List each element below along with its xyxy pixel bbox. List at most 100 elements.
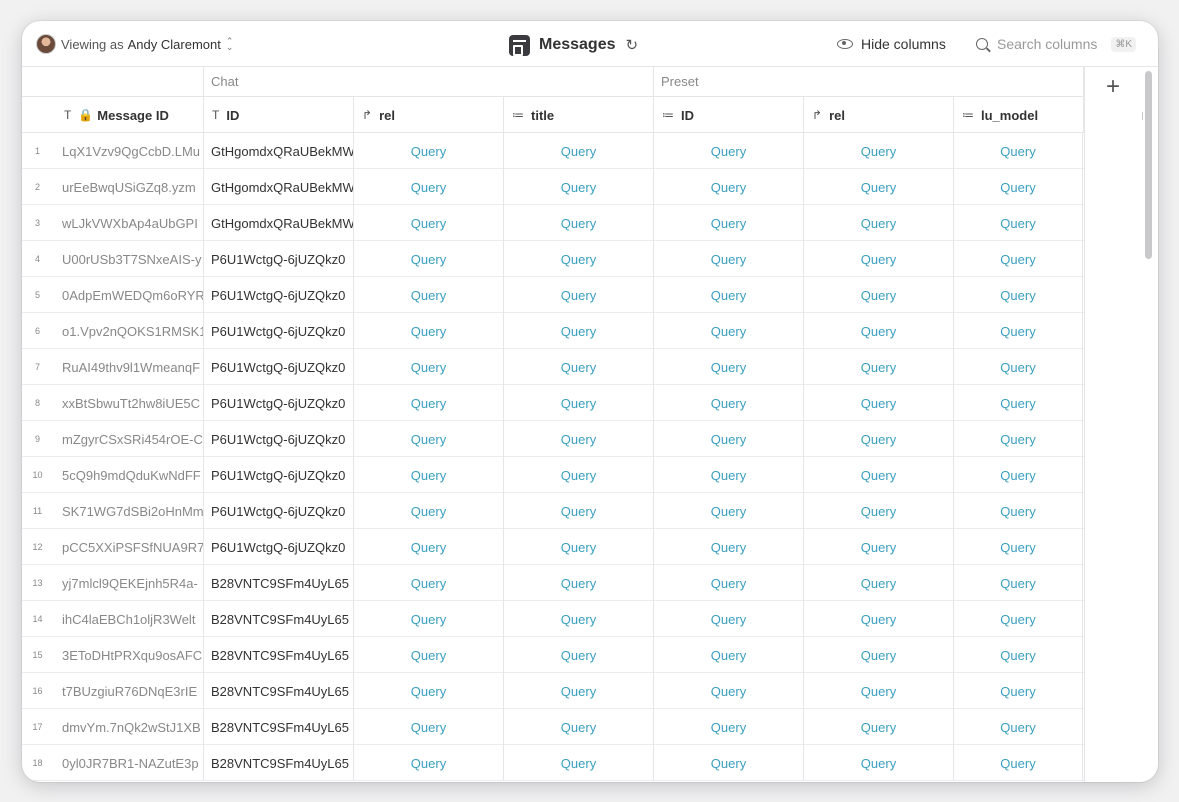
table-row[interactable]: 17 dmvYm.7nQk2wStJ1XB B28VNTC9SFm4UyL65 Que…: [22, 709, 1084, 745]
preset-rel-query-link[interactable]: Query: [804, 601, 954, 637]
chat-id-cell[interactable]: GtHgomdxQRaUBekMW: [204, 205, 354, 241]
preset-id-query-link[interactable]: Query: [654, 169, 804, 205]
preset-id-query-link[interactable]: Query: [654, 421, 804, 457]
message-id-cell[interactable]: o1.Vpv2nQOKS1RMSK1: [53, 313, 204, 349]
chat-rel-query-link[interactable]: Query: [354, 529, 504, 565]
column-header-preset-rel[interactable]: ↱ rel: [804, 97, 954, 133]
chat-rel-query-link[interactable]: Query: [354, 457, 504, 493]
chat-rel-query-link[interactable]: Query: [354, 241, 504, 277]
table-row[interactable]: 10 5cQ9h9mdQduKwNdFF P6U1WctgQ-6jUZQkz0 Que…: [22, 457, 1084, 493]
chat-id-cell[interactable]: B28VNTC9SFm4UyL65: [204, 709, 354, 745]
chat-title-query-link[interactable]: Query: [504, 673, 654, 709]
chat-id-cell[interactable]: P6U1WctgQ-6jUZQkz0: [204, 349, 354, 385]
chat-rel-query-link[interactable]: Query: [354, 313, 504, 349]
viewing-as-selector[interactable]: Viewing as Andy Claremont ⌃ ⌄: [36, 33, 233, 55]
lu-model-query-link[interactable]: Query: [954, 745, 1083, 781]
preset-rel-query-link[interactable]: Query: [804, 565, 954, 601]
preset-rel-query-link[interactable]: Query: [804, 385, 954, 421]
refresh-icon[interactable]: ↻: [626, 36, 639, 54]
preset-id-query-link[interactable]: Query: [654, 133, 804, 169]
message-id-cell[interactable]: RuAI49thv9l1WmeanqF: [53, 349, 204, 385]
chat-title-query-link[interactable]: Query: [504, 565, 654, 601]
message-id-cell[interactable]: 0yl0JR7BR1-NAZutE3p: [53, 745, 204, 781]
preset-id-query-link[interactable]: Query: [654, 277, 804, 313]
preset-rel-query-link[interactable]: Query: [804, 529, 954, 565]
chat-title-query-link[interactable]: Query: [504, 313, 654, 349]
chat-title-query-link[interactable]: Query: [504, 529, 654, 565]
message-id-cell[interactable]: LqX1Vzv9QgCcbD.LMu: [53, 133, 204, 169]
chat-rel-query-link[interactable]: Query: [354, 601, 504, 637]
message-id-cell[interactable]: U00rUSb3T7SNxeAIS-y: [53, 241, 204, 277]
table-row[interactable]: 2 urEeBwqUSiGZq8.yzm GtHgomdxQRaUBekMW Quer…: [22, 169, 1084, 205]
chat-id-cell[interactable]: GtHgomdxQRaUBekMW: [204, 133, 354, 169]
lu-model-query-link[interactable]: Query: [954, 637, 1083, 673]
chat-id-cell[interactable]: P6U1WctgQ-6jUZQkz0: [204, 529, 354, 565]
chat-rel-query-link[interactable]: Query: [354, 493, 504, 529]
lu-model-query-link[interactable]: Query: [954, 349, 1083, 385]
chat-id-cell[interactable]: B28VNTC9SFm4UyL65: [204, 673, 354, 709]
preset-rel-query-link[interactable]: Query: [804, 493, 954, 529]
column-header-message-id[interactable]: T 🔒 Message ID: [22, 97, 204, 133]
preset-rel-query-link[interactable]: Query: [804, 673, 954, 709]
chat-title-query-link[interactable]: Query: [504, 421, 654, 457]
vertical-scrollbar[interactable]: [1145, 71, 1152, 259]
preset-rel-query-link[interactable]: Query: [804, 133, 954, 169]
chat-rel-query-link[interactable]: Query: [354, 277, 504, 313]
message-id-cell[interactable]: dmvYm.7nQk2wStJ1XB: [53, 709, 204, 745]
chat-rel-query-link[interactable]: Query: [354, 673, 504, 709]
preset-id-query-link[interactable]: Query: [654, 709, 804, 745]
chat-title-query-link[interactable]: Query: [504, 205, 654, 241]
lu-model-query-link[interactable]: Query: [954, 169, 1083, 205]
lu-model-query-link[interactable]: Query: [954, 421, 1083, 457]
chat-title-query-link[interactable]: Query: [504, 385, 654, 421]
chat-rel-query-link[interactable]: Query: [354, 565, 504, 601]
table-row[interactable]: 7 RuAI49thv9l1WmeanqF P6U1WctgQ-6jUZQkz0 Qu…: [22, 349, 1084, 385]
column-header-preset-id[interactable]: ≔ ID: [654, 97, 804, 133]
column-header-chat-id[interactable]: T ID: [204, 97, 354, 133]
preset-rel-query-link[interactable]: Query: [804, 205, 954, 241]
chat-id-cell[interactable]: P6U1WctgQ-6jUZQkz0: [204, 493, 354, 529]
preset-rel-query-link[interactable]: Query: [804, 457, 954, 493]
preset-id-query-link[interactable]: Query: [654, 601, 804, 637]
preset-id-query-link[interactable]: Query: [654, 313, 804, 349]
chat-id-cell[interactable]: B28VNTC9SFm4UyL65: [204, 601, 354, 637]
message-id-cell[interactable]: SK71WG7dSBi2oHnMm: [53, 493, 204, 529]
chat-rel-query-link[interactable]: Query: [354, 205, 504, 241]
lu-model-query-link[interactable]: Query: [954, 205, 1083, 241]
preset-rel-query-link[interactable]: Query: [804, 745, 954, 781]
lu-model-query-link[interactable]: Query: [954, 385, 1083, 421]
message-id-cell[interactable]: wLJkVWXbAp4aUbGPI: [53, 205, 204, 241]
preset-id-query-link[interactable]: Query: [654, 637, 804, 673]
lu-model-query-link[interactable]: Query: [954, 277, 1083, 313]
lu-model-query-link[interactable]: Query: [954, 565, 1083, 601]
table-row[interactable]: 8 xxBtSbwuTt2hw8iUE5C P6U1WctgQ-6jUZQkz0 Qu…: [22, 385, 1084, 421]
chat-title-query-link[interactable]: Query: [504, 349, 654, 385]
preset-id-query-link[interactable]: Query: [654, 745, 804, 781]
table-row[interactable]: 1 LqX1Vzv9QgCcbD.LMu GtHgomdxQRaUBekMW Quer…: [22, 133, 1084, 169]
column-header-chat-rel[interactable]: ↱ rel: [354, 97, 504, 133]
message-id-cell[interactable]: 5cQ9h9mdQduKwNdFF: [53, 457, 204, 493]
preset-id-query-link[interactable]: Query: [654, 385, 804, 421]
hide-columns-button[interactable]: Hide columns: [837, 34, 946, 54]
lu-model-query-link[interactable]: Query: [954, 493, 1083, 529]
chat-title-query-link[interactable]: Query: [504, 493, 654, 529]
message-id-cell[interactable]: urEeBwqUSiGZq8.yzm: [53, 169, 204, 205]
lu-model-query-link[interactable]: Query: [954, 709, 1083, 745]
chat-title-query-link[interactable]: Query: [504, 637, 654, 673]
table-row[interactable]: 12 pCC5XXiPSFSfNUA9R7 P6U1WctgQ-6jUZQkz0 Qu…: [22, 529, 1084, 565]
preset-id-query-link[interactable]: Query: [654, 349, 804, 385]
lu-model-query-link[interactable]: Query: [954, 241, 1083, 277]
chat-rel-query-link[interactable]: Query: [354, 745, 504, 781]
preset-id-query-link[interactable]: Query: [654, 457, 804, 493]
lu-model-query-link[interactable]: Query: [954, 601, 1083, 637]
chat-id-cell[interactable]: B28VNTC9SFm4UyL65: [204, 745, 354, 781]
chat-title-query-link[interactable]: Query: [504, 169, 654, 205]
chat-rel-query-link[interactable]: Query: [354, 349, 504, 385]
chat-rel-query-link[interactable]: Query: [354, 385, 504, 421]
chat-rel-query-link[interactable]: Query: [354, 709, 504, 745]
table-row[interactable]: 13 yj7mlcl9QEKEjnh5R4a- B28VNTC9SFm4UyL65 Q…: [22, 565, 1084, 601]
chat-id-cell[interactable]: B28VNTC9SFm4UyL65: [204, 637, 354, 673]
chat-rel-query-link[interactable]: Query: [354, 637, 504, 673]
preset-id-query-link[interactable]: Query: [654, 493, 804, 529]
message-id-cell[interactable]: 3EToDHtPRXqu9osAFC: [53, 637, 204, 673]
